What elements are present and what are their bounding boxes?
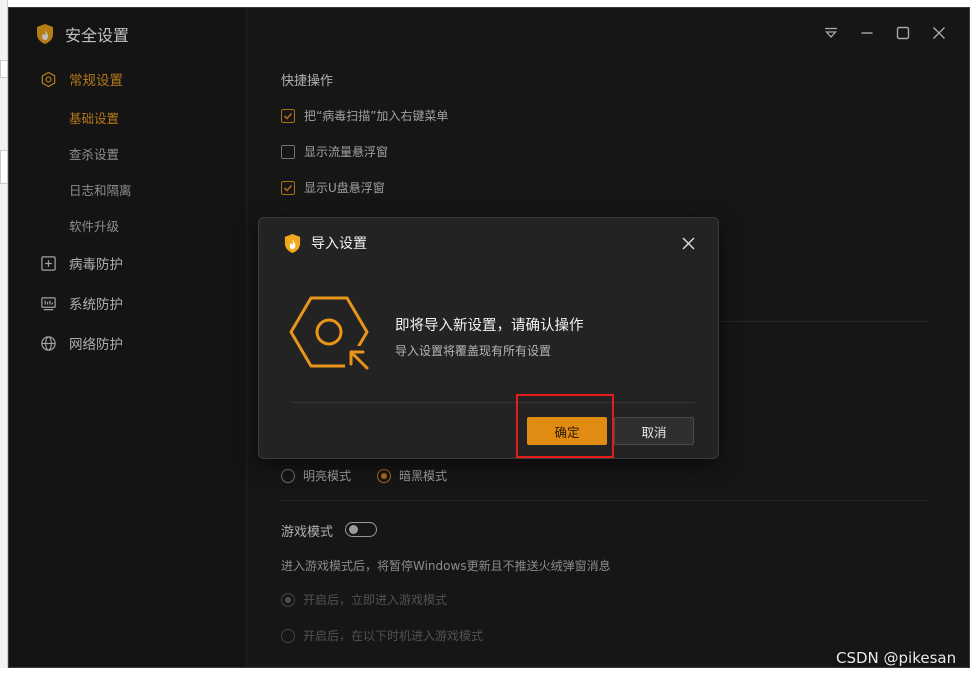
dialog-title: 导入设置 xyxy=(311,236,367,252)
shield-flame-logo-icon xyxy=(284,233,301,253)
dialog-submessage: 导入设置将覆盖现有所有设置 xyxy=(395,344,552,358)
cancel-button[interactable]: 取消 xyxy=(614,417,694,445)
import-settings-icon xyxy=(289,292,375,380)
dialog-message: 即将导入新设置，请确认操作 xyxy=(395,318,584,334)
dialog-close-button[interactable] xyxy=(679,234,697,252)
desktop-fragment xyxy=(0,60,8,78)
import-settings-dialog: 导入设置 即将导入新设置，请确认操作 导入设置将覆盖现有所有设置 确定 取消 xyxy=(258,217,719,459)
watermark: CSDN @pikesan xyxy=(836,649,957,667)
desktop-left-edge xyxy=(0,0,8,676)
desktop-right-edge xyxy=(970,0,976,676)
dialog-header: 导入设置 xyxy=(283,231,367,255)
desktop-bottom-edge xyxy=(0,668,976,676)
confirm-button[interactable]: 确定 xyxy=(527,417,607,445)
desktop-fragment xyxy=(0,150,8,184)
close-icon xyxy=(682,237,694,249)
dialog-divider xyxy=(291,402,695,403)
